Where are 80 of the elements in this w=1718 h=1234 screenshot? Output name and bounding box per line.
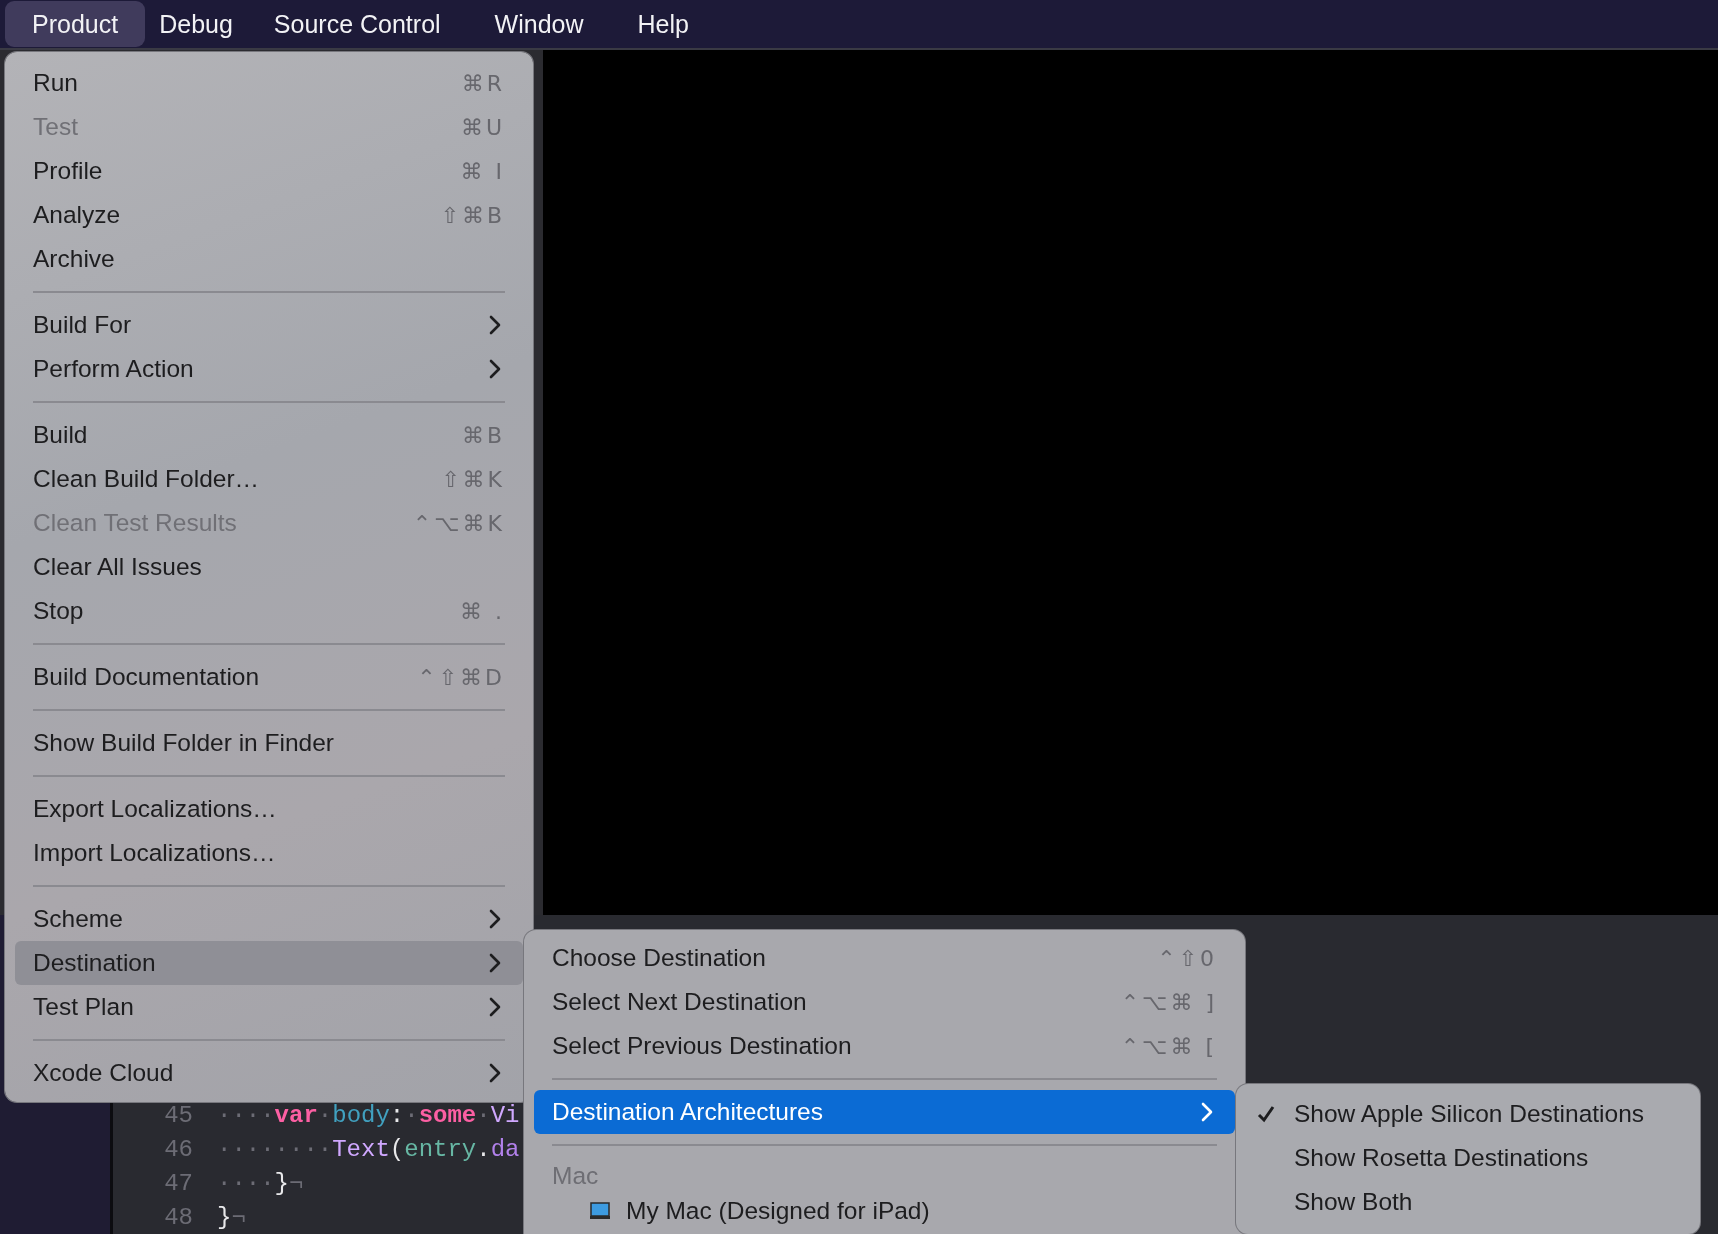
menu-item[interactable]: Build Documentation ⌃⇧⌘D xyxy=(15,655,523,699)
menu-item-label: Destination xyxy=(33,949,157,977)
menu-item[interactable]: Build ⌘B xyxy=(15,413,523,457)
menu-bar-item[interactable]: Help xyxy=(610,1,716,47)
menu-item[interactable]: Select Previous Destination ⌃⌥⌘ [ xyxy=(534,1024,1235,1068)
menu-item-label: Test xyxy=(33,113,79,141)
menu-item-label: Select Previous Destination xyxy=(552,1032,853,1060)
menu-item-label: Export Localizations… xyxy=(33,795,278,823)
menu-item[interactable]: Show Apple Silicon Destinations xyxy=(1246,1092,1690,1136)
menu-item-label: Build For xyxy=(33,311,133,339)
line-number: 45 xyxy=(163,1101,193,1129)
menu-item-label: Destination Architectures xyxy=(552,1098,824,1126)
menu-item[interactable]: Archive xyxy=(15,237,523,281)
code-line: ····var·body:·some·Vi xyxy=(217,1101,520,1129)
menu-item[interactable]: Build For xyxy=(15,303,523,347)
menu-item-label: Build Documentation xyxy=(33,663,261,691)
menu-item[interactable]: Stop ⌘ . xyxy=(15,589,523,633)
shortcut-label: ⌃⌥⌘K xyxy=(412,510,505,536)
laptop-icon xyxy=(590,1202,610,1220)
menu-item-label: Scheme xyxy=(33,905,124,933)
menu-item-label: Clean Build Folder… xyxy=(33,465,261,493)
menu-bar-item[interactable]: Debug xyxy=(145,1,247,47)
menu-item-label: Show Rosetta Destinations xyxy=(1294,1144,1590,1172)
menu-item-label: Show Build Folder in Finder xyxy=(33,729,335,757)
menu-item[interactable]: My Mac (Designed for iPad) xyxy=(534,1196,1235,1226)
shortcut-label: ⌃⌥⌘ [ xyxy=(1120,1033,1217,1059)
menu-item-label: Build xyxy=(33,421,89,449)
menu-item-label: Test Plan xyxy=(33,993,135,1021)
menu-item-label: Stop xyxy=(33,597,85,625)
shortcut-label: ⇧⌘B xyxy=(440,202,505,228)
menu-item[interactable]: Show Both xyxy=(1246,1180,1690,1224)
menu-item[interactable]: Show Rosetta Destinations xyxy=(1246,1136,1690,1180)
menu-item-label: Choose Destination xyxy=(552,944,767,972)
menu-item[interactable]: Xcode Cloud xyxy=(15,1051,523,1095)
shortcut-label: ⌃⇧0 xyxy=(1157,945,1217,971)
shortcut-label: ⇧⌘K xyxy=(441,466,505,492)
menu-item-label: Clear All Issues xyxy=(33,553,203,581)
shortcut-label: ⌃⌥⌘ ] xyxy=(1120,989,1217,1015)
shortcut-label: ⌘B xyxy=(461,422,505,448)
shortcut-label: ⌃⇧⌘D xyxy=(417,664,505,690)
menu-item[interactable]: Choose Destination ⌃⇧0 xyxy=(534,936,1235,980)
line-number: 46 xyxy=(163,1135,193,1163)
code-line: ····}¬ xyxy=(217,1169,304,1197)
menu-item-label: Show Both xyxy=(1294,1188,1414,1216)
menu-item-label: Show Apple Silicon Destinations xyxy=(1294,1100,1645,1128)
code-line: ········Text(entry.da xyxy=(217,1135,520,1163)
menu-item[interactable]: Scheme xyxy=(15,897,523,941)
menu-item-label: Analyze xyxy=(33,201,122,229)
menu-item[interactable]: Clean Build Folder… ⇧⌘K xyxy=(15,457,523,501)
menu-item-label: Profile xyxy=(33,157,104,185)
menu-item[interactable]: Test Plan xyxy=(15,985,523,1029)
shortcut-label: ⌘U xyxy=(460,114,505,140)
menu-bar-item[interactable]: Product xyxy=(5,1,146,47)
menu-item-label: Import Localizations… xyxy=(33,839,277,867)
menu-item[interactable]: Destination xyxy=(15,941,523,985)
menu-item[interactable]: Run ⌘R xyxy=(15,61,523,105)
menu-item[interactable]: Destination Architectures xyxy=(534,1090,1235,1134)
menu-item[interactable]: Clear All Issues xyxy=(15,545,523,589)
menu-item[interactable]: Analyze ⇧⌘B xyxy=(15,193,523,237)
menu-item-label: Xcode Cloud xyxy=(33,1059,175,1087)
code-line: }¬ xyxy=(217,1203,246,1231)
menu-item[interactable]: Show Build Folder in Finder xyxy=(15,721,523,765)
section-header: Mac xyxy=(551,1161,600,1191)
shortcut-label: ⌘ I xyxy=(460,158,505,184)
menu-item-label: Perform Action xyxy=(33,355,195,383)
menu-item[interactable]: Select Next Destination ⌃⌥⌘ ] xyxy=(534,980,1235,1024)
menu-item[interactable]: Import Localizations… xyxy=(15,831,523,875)
shortcut-label: ⌘R xyxy=(461,70,505,96)
menu-item-label: Select Next Destination xyxy=(552,988,808,1016)
shortcut-label: ⌘ . xyxy=(460,598,505,624)
menu-bar-item[interactable]: Source Control xyxy=(246,1,468,47)
menu-item-label: Archive xyxy=(33,245,116,273)
menu-item[interactable]: Export Localizations… xyxy=(15,787,523,831)
menu-bar-item[interactable]: Window xyxy=(467,1,611,47)
menu-item[interactable]: Profile ⌘ I xyxy=(15,149,523,193)
menu-item-label: Run xyxy=(33,69,79,97)
line-number: 47 xyxy=(163,1169,193,1197)
menu-item-label: My Mac (Designed for iPad) xyxy=(626,1196,931,1226)
line-number: 48 xyxy=(163,1203,193,1231)
menu-item[interactable]: Perform Action xyxy=(15,347,523,391)
